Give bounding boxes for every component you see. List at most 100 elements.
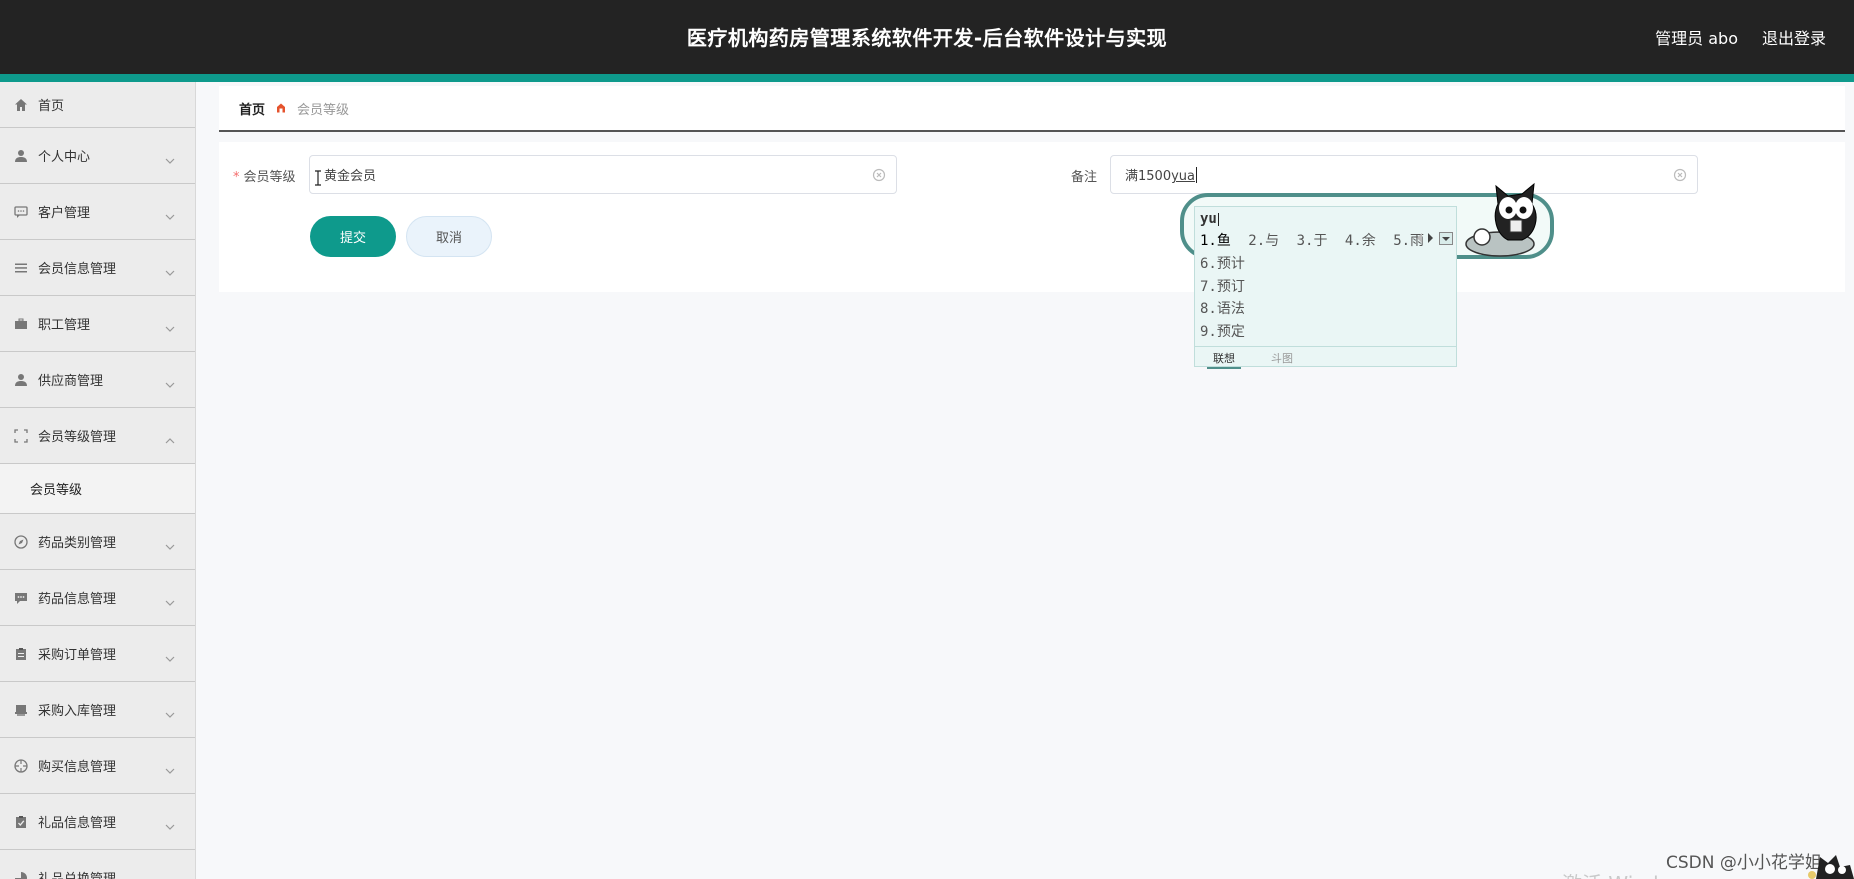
clear-icon[interactable] (872, 168, 886, 182)
sidebar-item-suppliers[interactable]: 供应商管理 (0, 352, 195, 408)
clear-icon[interactable] (1673, 168, 1687, 182)
remark-label: 备注 (1071, 170, 1098, 185)
compass-icon (14, 534, 28, 549)
member-level-label: * 会员等级 (233, 170, 296, 185)
ime-candidate-list: 6.预计 7.预订 8.语法 9.预定 (1200, 253, 1245, 343)
sidebar-item-home[interactable]: 首页 (0, 82, 195, 128)
chevron-down-icon (165, 319, 175, 332)
sidebar-item-purchase-inbound[interactable]: 采购入库管理 (0, 682, 195, 738)
corner-mascot-icon (1808, 855, 1854, 879)
user-info: 管理员 abo (1655, 29, 1738, 48)
stamp-icon (14, 703, 28, 717)
sidebar-item-gift-exchange[interactable]: 礼品兑换管理 (0, 850, 195, 879)
ime-candidate[interactable]: 7.预订 (1200, 276, 1245, 299)
remark-input[interactable]: 满1500yua (1110, 155, 1698, 194)
sidebar-item-label: 药品信息管理 (38, 592, 117, 607)
header-accent-bar (0, 74, 1854, 82)
sidebar-item-gift-info[interactable]: 礼品信息管理 (0, 794, 195, 850)
sidebar-item-label: 礼品信息管理 (38, 816, 117, 831)
chevron-down-icon (165, 537, 175, 550)
mouse-ibeam-icon (314, 170, 322, 186)
ime-candidate[interactable]: 2.与 (1248, 233, 1279, 249)
ime-candidate-row: 1.鱼 2.与 3.于 4.余 5.雨 (1200, 230, 1433, 250)
sidebar-subitem-member-level[interactable]: 会员等级 (0, 464, 195, 514)
sidebar-item-purchase-orders[interactable]: 采购订单管理 (0, 626, 195, 682)
aperture-icon (14, 758, 28, 773)
sidebar-item-label: 个人中心 (38, 150, 91, 165)
sidebar-item-label: 采购入库管理 (38, 704, 117, 719)
ime-tab-association[interactable]: 联想 (1207, 350, 1241, 369)
ime-mascot-icon (1465, 182, 1537, 257)
sidebar-item-label: 职工管理 (38, 318, 91, 333)
ime-candidate[interactable]: 4.余 (1345, 233, 1376, 249)
breadcrumb-current: 会员等级 (297, 102, 350, 118)
text-caret (1196, 166, 1197, 183)
briefcase-icon (14, 317, 28, 331)
sidebar-item-label: 药品类别管理 (38, 536, 117, 551)
sidebar-item-label: 采购订单管理 (38, 648, 117, 663)
sidebar-item-member-info[interactable]: 会员信息管理 (0, 240, 195, 296)
ime-tab-sticker[interactable]: 斗图 (1271, 350, 1293, 366)
chevron-down-icon (165, 705, 175, 718)
remark-value: 满1500yua (1125, 169, 1195, 184)
sidebar-item-label: 会员信息管理 (38, 262, 117, 277)
sidebar-item-personal-center[interactable]: 个人中心 (0, 128, 195, 184)
pie-icon (14, 871, 28, 879)
ime-pinyin: yu (1200, 211, 1219, 227)
breadcrumb-home[interactable]: 首页 (239, 99, 265, 118)
chevron-up-icon (165, 431, 175, 443)
ime-candidate[interactable]: 9.预定 (1200, 321, 1245, 344)
clipboard-icon (14, 647, 28, 661)
sidebar-item-purchase-info[interactable]: 购买信息管理 (0, 738, 195, 794)
chevron-down-icon (165, 263, 175, 276)
ime-candidate[interactable]: 6.预计 (1200, 253, 1245, 276)
submit-button[interactable]: 提交 (310, 216, 396, 257)
chevron-down-icon (165, 207, 175, 220)
sidebar-item-label: 首页 (38, 99, 65, 114)
ime-candidate[interactable]: 8.语法 (1200, 298, 1245, 321)
ime-candidate[interactable]: 3.于 (1297, 233, 1328, 249)
user-icon (14, 373, 28, 387)
arrow-right-icon[interactable] (1426, 232, 1434, 244)
sidebar-item-label: 礼品兑换管理 (38, 868, 116, 879)
chevron-down-icon (165, 375, 175, 388)
sidebar-item-label: 购买信息管理 (38, 760, 117, 775)
arrow-left-icon[interactable] (1416, 232, 1424, 244)
chevron-down-icon (165, 593, 175, 606)
member-level-value: 黄金会员 (324, 169, 377, 184)
cancel-button[interactable]: 取消 (406, 216, 492, 257)
home-icon (14, 98, 28, 112)
ime-page-arrows (1416, 232, 1434, 244)
required-marker: * (233, 170, 240, 185)
top-header: 医疗机构药房管理系统软件开发-后台软件设计与实现 管理员 abo 退出登录 (0, 0, 1854, 74)
user-icon (14, 149, 28, 163)
sidebar-item-drug-info[interactable]: 药品信息管理 (0, 570, 195, 626)
sidebar-item-member-level[interactable]: 会员等级管理 (0, 408, 195, 464)
breadcrumb: 首页 会员等级 (219, 86, 1845, 132)
chevron-down-icon (165, 817, 175, 830)
windows-activation-text: 激活 Windows (1562, 868, 1698, 879)
sidebar-item-customers[interactable]: 客户管理 (0, 184, 195, 240)
chevron-down-icon (165, 761, 175, 774)
fullscreen-icon (14, 428, 28, 443)
chat-icon (14, 205, 28, 219)
chevron-down-icon (165, 151, 175, 164)
sidebar-item-label: 供应商管理 (38, 374, 104, 389)
ime-candidate[interactable]: 1.鱼 (1200, 233, 1231, 249)
ime-candidate-panel: yu 1.鱼 2.与 3.于 4.余 5.雨 6.预计 7.预订 8.语法 9.… (1194, 206, 1457, 369)
message-icon (14, 591, 28, 605)
app-title: 医疗机构药房管理系统软件开发-后台软件设计与实现 (686, 26, 1168, 50)
sidebar-item-staff[interactable]: 职工管理 (0, 296, 195, 352)
logout-link[interactable]: 退出登录 (1762, 25, 1826, 49)
breadcrumb-separator-icon (275, 102, 287, 114)
ime-tabs: 联想 斗图 (1195, 346, 1456, 369)
sidebar: 首页 个人中心 客户管理 会员信息管理 职工管理 供应商管理 会员等级管理 会员… (0, 82, 196, 879)
chevron-down-icon (165, 873, 175, 879)
ime-expand-icon[interactable] (1439, 232, 1453, 245)
chevron-down-icon (165, 649, 175, 662)
list-icon (14, 261, 28, 275)
sidebar-item-label: 客户管理 (38, 206, 91, 221)
clipboard-check-icon (14, 815, 28, 829)
member-level-input[interactable]: 黄金会员 (309, 155, 897, 194)
sidebar-item-drug-category[interactable]: 药品类别管理 (0, 514, 195, 570)
